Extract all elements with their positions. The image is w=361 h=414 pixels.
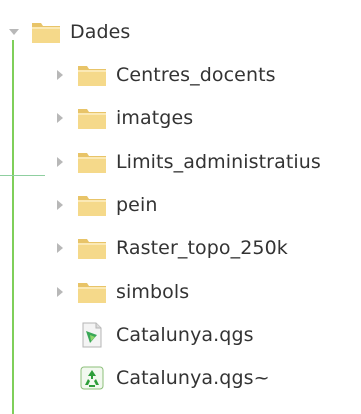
chevron-right-icon[interactable]	[52, 240, 68, 256]
qgs-file-icon	[76, 322, 108, 348]
tree-node-label: simbols	[116, 280, 190, 303]
tree-node-label: Raster_topo_250k	[116, 236, 288, 259]
tree-node-label: imatges	[116, 106, 194, 129]
folder-icon	[76, 279, 108, 305]
tree-node-imatges[interactable]: imatges	[52, 100, 193, 136]
chevron-right-icon[interactable]	[52, 197, 68, 213]
tree-node-raster-topo-250k[interactable]: Raster_topo_250k	[52, 230, 288, 266]
folder-icon	[76, 235, 108, 261]
folder-icon	[76, 192, 108, 218]
tree-node-label: Catalunya.qgs	[116, 323, 254, 346]
chevron-right-icon[interactable]	[52, 67, 68, 83]
tree-node-centres-docents[interactable]: Centres_docents	[52, 57, 276, 93]
chevron-right-icon[interactable]	[52, 110, 68, 126]
chevron-right-icon[interactable]	[52, 154, 68, 170]
tree-guide-connector	[0, 175, 45, 176]
tree-node-label: Limits_administratius	[116, 150, 321, 173]
file-tree: Dades Centres_docents imatges Limits_adm…	[0, 0, 361, 414]
tree-node-dades[interactable]: Dades	[6, 14, 130, 50]
chevron-right-icon[interactable]	[52, 284, 68, 300]
tree-node-catalunya-qgs-backup[interactable]: Catalunya.qgs~	[52, 360, 270, 396]
folder-open-icon	[30, 19, 62, 45]
tree-node-pein[interactable]: pein	[52, 187, 157, 223]
backup-file-icon	[76, 365, 108, 391]
tree-node-limits-administratius[interactable]: Limits_administratius	[52, 144, 321, 180]
chevron-down-icon[interactable]	[6, 24, 22, 40]
folder-icon	[76, 105, 108, 131]
tree-guide-line	[12, 40, 14, 414]
tree-node-label: Dades	[70, 20, 131, 43]
folder-icon	[76, 149, 108, 175]
tree-node-label: pein	[116, 193, 158, 216]
folder-icon	[76, 62, 108, 88]
tree-node-catalunya-qgs[interactable]: Catalunya.qgs	[52, 317, 254, 353]
tree-node-label: Catalunya.qgs~	[116, 366, 270, 389]
tree-node-label: Centres_docents	[116, 63, 276, 86]
tree-node-simbols[interactable]: simbols	[52, 274, 189, 310]
